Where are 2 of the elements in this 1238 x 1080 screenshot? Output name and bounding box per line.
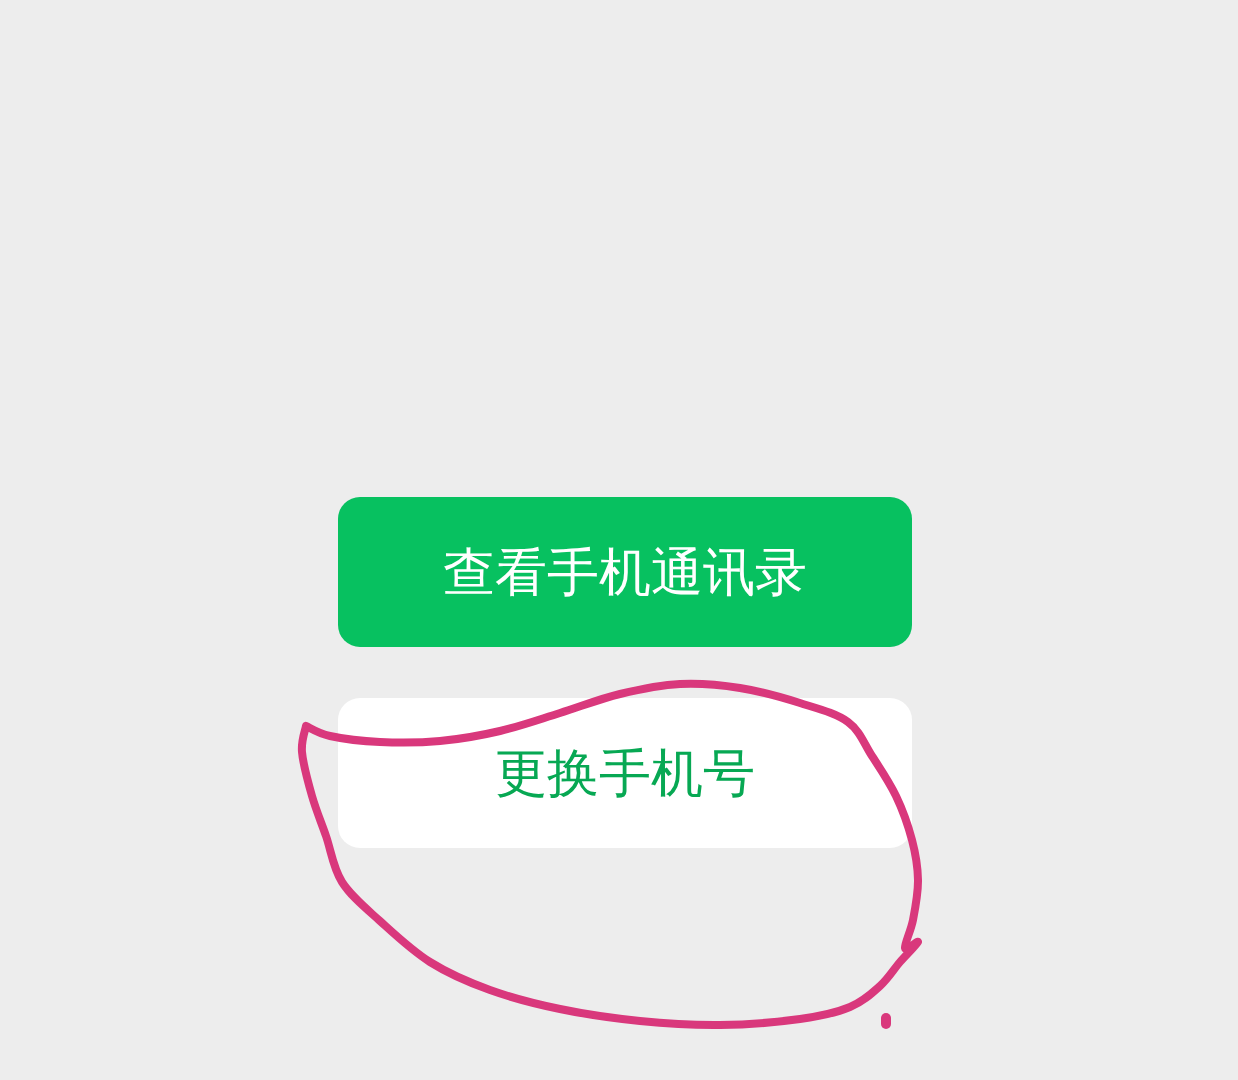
change-phone-button[interactable]: 更换手机号 bbox=[338, 698, 912, 848]
view-contacts-button[interactable]: 查看手机通讯录 bbox=[338, 497, 912, 647]
